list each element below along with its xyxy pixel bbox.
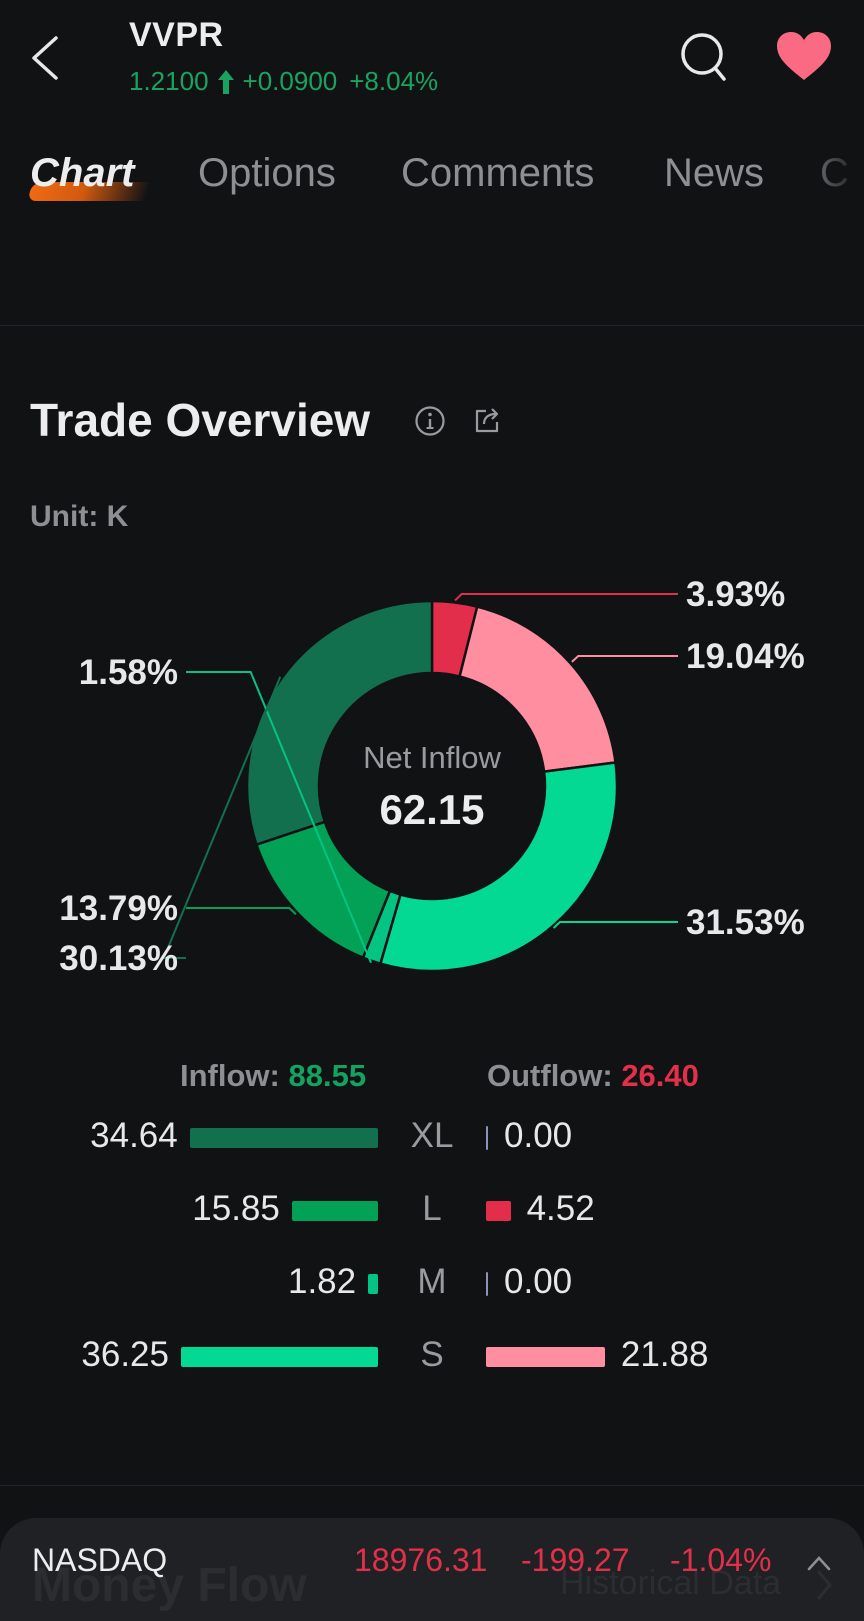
- inflow-label: Inflow:: [180, 1058, 280, 1093]
- outflow-bar: [486, 1347, 605, 1367]
- flow-row-s: 36.25 S 21.88: [0, 1335, 864, 1379]
- order-size-label: XL: [410, 1116, 454, 1155]
- index-ticker-bar[interactable]: Money Flow Historical Data NASDAQ 18976.…: [0, 1518, 864, 1621]
- flow-row-m: 1.82 M 0.00: [0, 1262, 864, 1306]
- slice-pct-label: 1.58%: [79, 653, 178, 692]
- inflow-value: 1.82: [287, 1262, 357, 1301]
- quote-line: 1.2100 +0.0900 +8.04%: [129, 66, 438, 97]
- tab-chart[interactable]: Chart: [30, 151, 134, 196]
- outflow-value: 0.00: [504, 1262, 573, 1301]
- outflow-value: 26.40: [621, 1058, 699, 1093]
- search-button[interactable]: [678, 30, 730, 84]
- inflow-bar: [291, 1201, 378, 1221]
- inflow-value: 88.55: [288, 1058, 367, 1093]
- outflow-bar: [486, 1201, 511, 1221]
- index-change-pct: -1.04%: [670, 1542, 772, 1578]
- inflow-group: 36.25: [0, 1335, 378, 1379]
- order-size-label: M: [417, 1262, 447, 1301]
- slice-pct-label: 3.93%: [686, 575, 785, 614]
- header: VVPR 1.2100 +0.0900 +8.04%: [0, 0, 864, 115]
- price-change-pct: +8.04%: [349, 66, 439, 96]
- search-icon: [681, 33, 726, 81]
- inflow-bar: [368, 1274, 378, 1294]
- chevron-up-icon[interactable]: [806, 1552, 832, 1574]
- inflow-group: 1.82: [0, 1262, 378, 1306]
- donut-slice-l-inflow[interactable]: [254, 820, 392, 960]
- inflow-group: 15.85: [0, 1189, 378, 1233]
- index-price: 18976.31: [354, 1542, 488, 1578]
- slice-pct-label: 19.04%: [686, 637, 805, 676]
- share-button[interactable]: [472, 404, 504, 436]
- order-size-label: S: [420, 1335, 444, 1374]
- heart-icon: [777, 32, 831, 80]
- ticker-symbol: VVPR: [129, 16, 224, 54]
- chevron-left-icon: [32, 36, 58, 80]
- index-name: NASDAQ: [32, 1542, 168, 1578]
- slice-pct-label: 31.53%: [686, 903, 805, 942]
- inflow-group: 34.64: [0, 1116, 378, 1160]
- tab-comments[interactable]: Comments: [401, 151, 594, 196]
- inflow-bar: [181, 1347, 378, 1367]
- flow-row-l: 15.85 L 4.52: [0, 1189, 864, 1233]
- arrow-up-icon: [217, 69, 234, 94]
- divider: [0, 1485, 864, 1486]
- tab-options[interactable]: Options: [198, 151, 336, 196]
- slice-pct-label: 13.79%: [59, 889, 178, 928]
- net-inflow-donut-chart: 3.93% 19.04% 31.53% 1.58% 13.79% 30.13% Net I…: [59, 575, 805, 978]
- outflow-label: Outflow:: [487, 1058, 613, 1093]
- inflow-value: 15.85: [192, 1189, 280, 1228]
- center-label: Net Inflow: [363, 740, 501, 775]
- share-icon: [475, 408, 499, 433]
- inflow-total: Inflow: 88.55: [180, 1058, 366, 1094]
- price-change: +0.0900: [242, 66, 338, 96]
- leader-line: [552, 921, 678, 929]
- outflow-total: Outflow: 26.40: [487, 1058, 699, 1094]
- leader-line: [186, 907, 297, 915]
- section-title: Trade Overview: [30, 394, 371, 446]
- order-size-label: L: [422, 1189, 442, 1228]
- info-button[interactable]: [414, 405, 446, 437]
- slice-pct-label: 30.13%: [59, 939, 178, 978]
- back-button[interactable]: [28, 30, 64, 86]
- index-change: -199.27: [521, 1542, 630, 1578]
- tab-fade: [794, 145, 864, 215]
- info-icon: [415, 406, 445, 436]
- unit-label: Unit: K: [30, 500, 129, 533]
- inflow-value: 34.64: [90, 1116, 178, 1155]
- last-price: 1.2100: [129, 66, 209, 96]
- favorite-button[interactable]: [774, 30, 834, 84]
- leader-line: [571, 655, 678, 663]
- outflow-value: 4.52: [526, 1189, 595, 1228]
- inflow-value: 36.25: [81, 1335, 169, 1374]
- tab-bar: Chart Options Comments News C: [0, 145, 864, 215]
- tab-news[interactable]: News: [664, 151, 764, 196]
- outflow-value: 0.00: [504, 1116, 573, 1155]
- flow-row-xl: 34.64 XL 0.00: [0, 1116, 864, 1160]
- leader-line: [454, 593, 678, 602]
- inflow-bar: [189, 1128, 378, 1148]
- outflow-bar: [486, 1272, 488, 1296]
- center-value: 62.15: [379, 786, 484, 833]
- divider: [0, 325, 864, 326]
- outflow-value: 21.88: [620, 1335, 709, 1374]
- outflow-bar: [486, 1126, 488, 1150]
